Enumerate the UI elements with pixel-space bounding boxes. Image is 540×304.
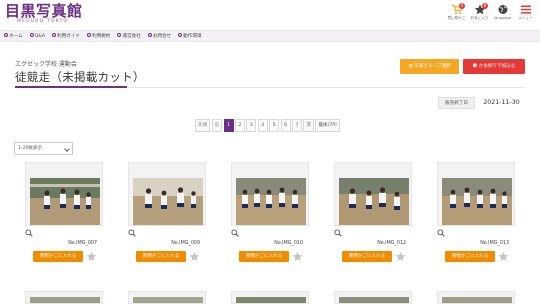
nav-item-environment[interactable]: 動作環境 [178,31,202,42]
photo-frame[interactable] [334,162,412,226]
nav-label: 利用ガイド [57,34,80,39]
photo-group-select-label: 写真グループ選択 [414,64,451,69]
nav-bullet-icon [4,33,8,38]
star-icon[interactable] [395,251,406,262]
photo-code: No.IMG_012 [377,241,406,246]
nav-item-terms[interactable]: 利用規約 [86,31,111,42]
photo-frame[interactable] [128,162,206,226]
nav-bullet-icon [86,33,91,38]
site-logo[interactable]: 目黒写真館 MEGURO TOKYO [5,3,83,25]
face-search-button[interactable]: ☻ かお探りで絞込む [463,59,525,74]
photo-frame[interactable] [128,291,206,304]
nav-label: Q&A [34,34,45,39]
favorites-header-button[interactable]: 0 お気に入り [468,3,491,28]
photo-thumbnail[interactable] [133,178,203,225]
zoom-icon[interactable] [437,229,445,237]
photo-frame[interactable] [334,291,412,304]
language-header-button[interactable]: language [491,4,514,28]
pager-first[interactable]: 先頭 [195,119,211,132]
sale-end-date: 2021-11-30 [483,99,520,106]
zoom-icon[interactable] [128,229,136,237]
sale-end-label: 販売終了日 [438,97,475,109]
add-to-cart-button[interactable]: 買物かごに入れる [342,251,392,262]
cart-label: 買い物かご [447,16,466,20]
zoom-icon[interactable] [25,229,33,237]
pager-page-2[interactable]: 2 [234,119,245,132]
add-to-cart-button[interactable]: 買物かごに入れる [33,251,83,262]
pager-page-4[interactable]: 4 [257,119,268,132]
album-subtitle: エグゼック学校 運動会 [15,61,77,68]
add-to-cart-button[interactable]: 買物かごに入れる [239,251,289,262]
pager-prev[interactable]: 前 [211,119,223,132]
per-page-select[interactable]: 1-20枚表示 [14,142,73,155]
star-icon[interactable] [86,251,97,262]
menu-icon [520,5,531,14]
nav-bullet-icon [52,33,56,38]
nav-item-faq[interactable]: Q&A [29,31,45,42]
site-header: 目黒写真館 MEGURO TOKYO 0 買い物かご 0 お気に入り langu… [0,0,540,30]
pager-page-7[interactable]: 7 [291,119,302,132]
photo-frame[interactable] [25,291,103,304]
add-to-cart-button[interactable]: 買物かごに入れる [136,251,186,262]
menu-header-button[interactable]: メニュー [514,4,537,28]
nav-bullet-icon [29,33,34,38]
pager-page-1[interactable]: 1 [223,119,234,132]
star-icon[interactable] [292,251,303,262]
photo-thumbnail[interactable] [442,178,512,225]
nav-label: お問合せ [152,34,172,39]
menu-label: メニュー [518,16,533,20]
cart-header-button[interactable]: 0 買い物かご [445,3,468,28]
pager-next[interactable]: 次 [303,119,314,132]
nav-bullet-icon [117,33,122,38]
photo-code: No.IMG_007 [68,241,97,246]
nav-label: 運営会社 [122,34,141,39]
pager-last[interactable]: 最後(7P) [315,119,340,132]
star-icon[interactable] [498,251,509,262]
zoom-icon[interactable] [231,229,239,237]
header-icons: 0 買い物かご 0 お気に入り language メニュー [445,3,537,28]
cart-badge: 0 [459,3,465,9]
photo-thumbnail[interactable] [339,178,409,225]
nav-item-home[interactable]: ホーム [4,31,23,42]
nav-bullet-icon [147,33,152,38]
photo-frame[interactable] [437,162,515,226]
nav-item-company[interactable]: 運営会社 [117,31,141,42]
nav-label: 動作環境 [183,34,202,39]
title-underline [15,86,127,88]
zoom-icon[interactable] [334,229,342,237]
page-title: 徒競走（未掲載カット） [15,70,145,84]
pager-page-6[interactable]: 6 [280,119,291,132]
per-page-value: 1-20枚表示 [18,146,43,151]
photo-group-select-button[interactable]: ▤ 写真グループ選択 [400,59,459,74]
main-nav: ホーム Q&A 利用ガイド 利用規約 運営会社 お問合せ 動作環境 [0,30,540,42]
nav-label: ホーム [9,34,23,39]
language-label: language [494,16,511,20]
pager-page-3[interactable]: 3 [246,119,257,132]
photo-frame[interactable] [437,291,515,304]
nav-bullet-icon [178,33,183,38]
favorites-badge: 0 [482,3,488,9]
pagination: 先頭 前 1 2 3 4 5 6 7 次 最後(7P) [195,119,341,132]
photo-code: No.IMG_010 [274,241,303,246]
photo-frame[interactable] [231,291,309,304]
favorites-label: お気に入り [470,16,489,20]
photo-thumbnail[interactable] [236,178,306,225]
chevron-down-icon [64,145,70,152]
photo-code: No.IMG_009 [171,241,200,246]
photo-frame[interactable] [25,162,103,226]
nav-label: 利用規約 [91,34,111,39]
logo-text: 目黒写真館 [5,2,83,20]
photo-thumbnail[interactable] [30,178,100,225]
pager-page-5[interactable]: 5 [269,119,280,132]
globe-icon [498,5,507,14]
photo-frame[interactable] [231,162,309,226]
nav-item-contact[interactable]: お問合せ [147,31,172,42]
face-search-label: かお探りで絞込む [478,64,516,69]
add-to-cart-button[interactable]: 買物かごに入れる [445,251,495,262]
star-icon[interactable] [189,251,200,262]
photo-code: No.IMG_013 [480,241,509,246]
nav-item-guide[interactable]: 利用ガイド [52,31,80,42]
